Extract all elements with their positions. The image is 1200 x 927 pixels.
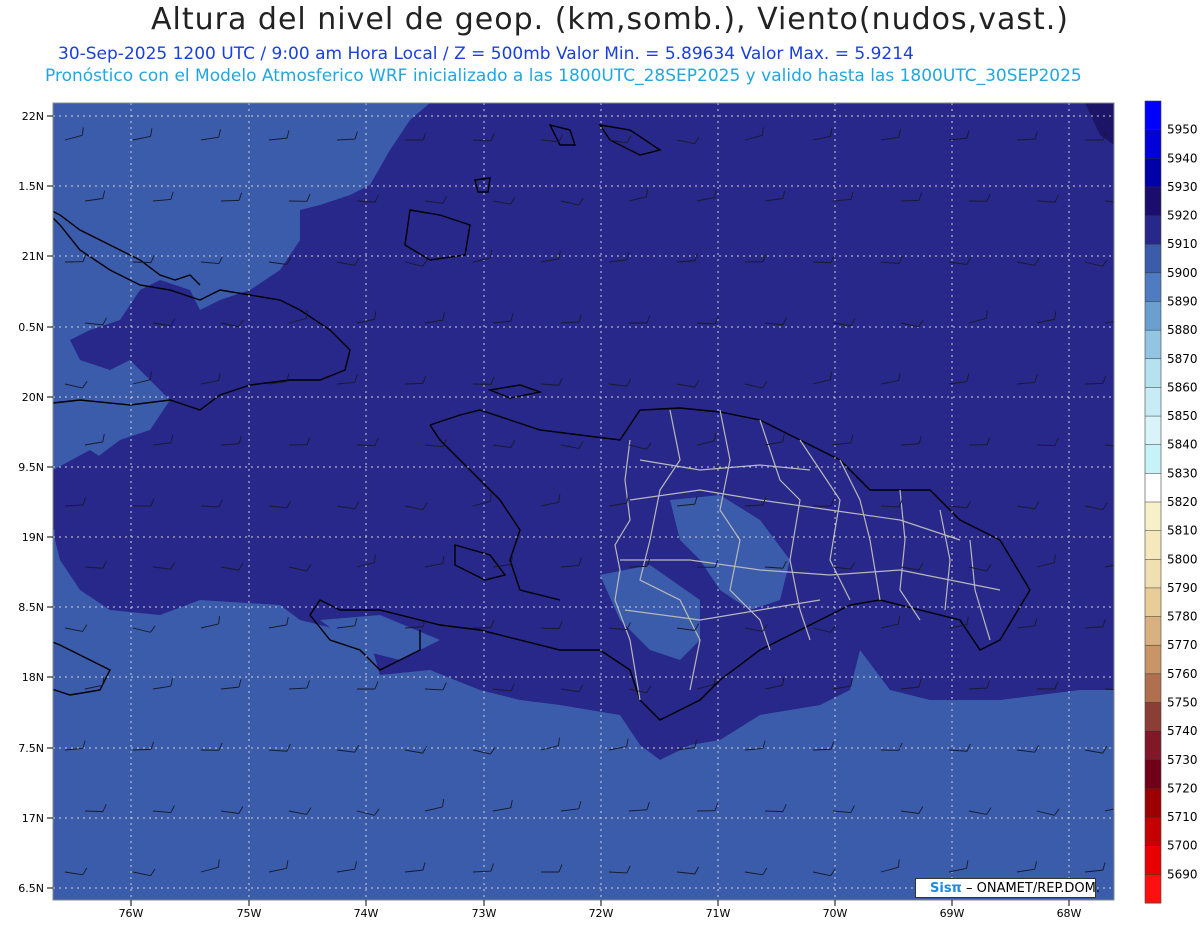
weather-map: 22N 1.5N 21N 0.5N 20N 9.5N 19N 8.5N 18N 7.5N 17N 6.… bbox=[18, 100, 1198, 920]
credit-text: – ONAMET/REP.DOM. bbox=[965, 881, 1101, 896]
colorbar-label: 5710 bbox=[1167, 810, 1198, 824]
lat-label: 22N bbox=[22, 110, 44, 123]
lon-label: 74W bbox=[354, 907, 379, 920]
colorbar-swatch bbox=[1145, 158, 1161, 188]
colorbar-swatch bbox=[1145, 301, 1161, 331]
colorbar-swatch bbox=[1145, 186, 1161, 217]
colorbar-label: 5740 bbox=[1167, 724, 1198, 738]
colorbar-swatch bbox=[1145, 788, 1161, 818]
lon-label: 72W bbox=[589, 907, 614, 920]
colorbar-label: 5930 bbox=[1167, 180, 1198, 194]
colorbar-swatch bbox=[1145, 645, 1161, 675]
colorbar-label: 5820 bbox=[1167, 495, 1198, 509]
colorbar-swatch bbox=[1145, 702, 1161, 732]
colorbar-label: 5950 bbox=[1167, 123, 1198, 137]
lon-label: 75W bbox=[237, 907, 262, 920]
colorbar-swatch bbox=[1145, 587, 1161, 618]
colorbar-swatch bbox=[1145, 330, 1161, 360]
lon-label: 69W bbox=[940, 907, 965, 920]
colorbar-label: 5700 bbox=[1167, 839, 1198, 853]
colorbar-swatch bbox=[1145, 101, 1161, 131]
colorbar-swatch bbox=[1145, 845, 1161, 875]
colorbar-swatch bbox=[1145, 473, 1161, 503]
colorbar: 5950 5940 5930 5920 5910 5900 5890 5880 5870 5860… bbox=[1144, 100, 1198, 904]
colorbar-label: 5910 bbox=[1167, 237, 1198, 251]
colorbar-label: 5750 bbox=[1167, 696, 1198, 710]
colorbar-label: 5840 bbox=[1167, 438, 1198, 452]
lat-label: 8.5N bbox=[18, 601, 44, 614]
colorbar-swatch bbox=[1145, 817, 1161, 847]
sispi-logo: Sisπ bbox=[930, 881, 962, 896]
colorbar-label: 5850 bbox=[1167, 409, 1198, 423]
lon-label: 76W bbox=[119, 907, 144, 920]
lat-label: 9.5N bbox=[18, 461, 44, 474]
colorbar-swatch bbox=[1145, 244, 1161, 274]
colorbar-label: 5880 bbox=[1167, 323, 1198, 337]
colorbar-label: 5760 bbox=[1167, 667, 1198, 681]
lat-label: 7.5N bbox=[18, 742, 44, 755]
colorbar-swatch bbox=[1145, 530, 1161, 560]
colorbar-label: 5770 bbox=[1167, 638, 1198, 652]
lat-label: 18N bbox=[22, 671, 44, 684]
colorbar-swatch bbox=[1145, 444, 1161, 474]
colorbar-swatch bbox=[1145, 129, 1161, 159]
colorbar-swatch bbox=[1145, 731, 1161, 761]
colorbar-swatch bbox=[1145, 673, 1161, 703]
lat-label: 20N bbox=[22, 391, 44, 404]
colorbar-label: 5900 bbox=[1167, 266, 1198, 280]
colorbar-label: 5720 bbox=[1167, 781, 1198, 795]
lat-label: 1.5N bbox=[18, 180, 44, 193]
lat-label: 6.5N bbox=[18, 882, 44, 895]
lon-label: 68W bbox=[1057, 907, 1082, 920]
colorbar-label: 5870 bbox=[1167, 352, 1198, 366]
lat-label: 19N bbox=[22, 531, 44, 544]
colorbar-label: 5920 bbox=[1167, 209, 1198, 223]
lat-label: 17N bbox=[22, 812, 44, 825]
lon-label: 71W bbox=[706, 907, 731, 920]
colorbar-swatch bbox=[1145, 416, 1161, 446]
lon-label: 70W bbox=[823, 907, 848, 920]
latitude-labels: 22N 1.5N 21N 0.5N 20N 9.5N 19N 8.5N 18N 7.5N 17N 6.… bbox=[18, 110, 53, 895]
colorbar-label: 5800 bbox=[1167, 552, 1198, 566]
colorbar-label: 5810 bbox=[1167, 524, 1198, 538]
colorbar-label: 5890 bbox=[1167, 295, 1198, 309]
colorbar-label: 5690 bbox=[1167, 867, 1198, 881]
colorbar-swatch bbox=[1145, 358, 1161, 388]
colorbar-swatch bbox=[1145, 759, 1161, 789]
colorbar-swatch bbox=[1145, 502, 1161, 532]
colorbar-swatch bbox=[1145, 874, 1161, 904]
colorbar-label: 5790 bbox=[1167, 581, 1198, 595]
longitude-labels: 76W 75W 74W 73W 72W 71W 70W 69W 68W bbox=[119, 900, 1082, 920]
colorbar-swatch bbox=[1145, 272, 1161, 302]
colorbar-swatch bbox=[1145, 387, 1161, 417]
lon-label: 73W bbox=[472, 907, 497, 920]
colorbar-label: 5730 bbox=[1167, 753, 1198, 767]
colorbar-label: 5830 bbox=[1167, 466, 1198, 480]
colorbar-label: 5940 bbox=[1167, 151, 1198, 165]
colorbar-label: 5780 bbox=[1167, 610, 1198, 624]
credit-box: Sisπ – ONAMET/REP.DOM. bbox=[915, 878, 1100, 898]
colorbar-swatch bbox=[1145, 215, 1161, 245]
lat-label: 0.5N bbox=[18, 321, 44, 334]
colorbar-swatch bbox=[1145, 559, 1161, 589]
lat-label: 21N bbox=[22, 250, 44, 263]
colorbar-swatch bbox=[1145, 616, 1161, 646]
colorbar-label: 5860 bbox=[1167, 380, 1198, 394]
